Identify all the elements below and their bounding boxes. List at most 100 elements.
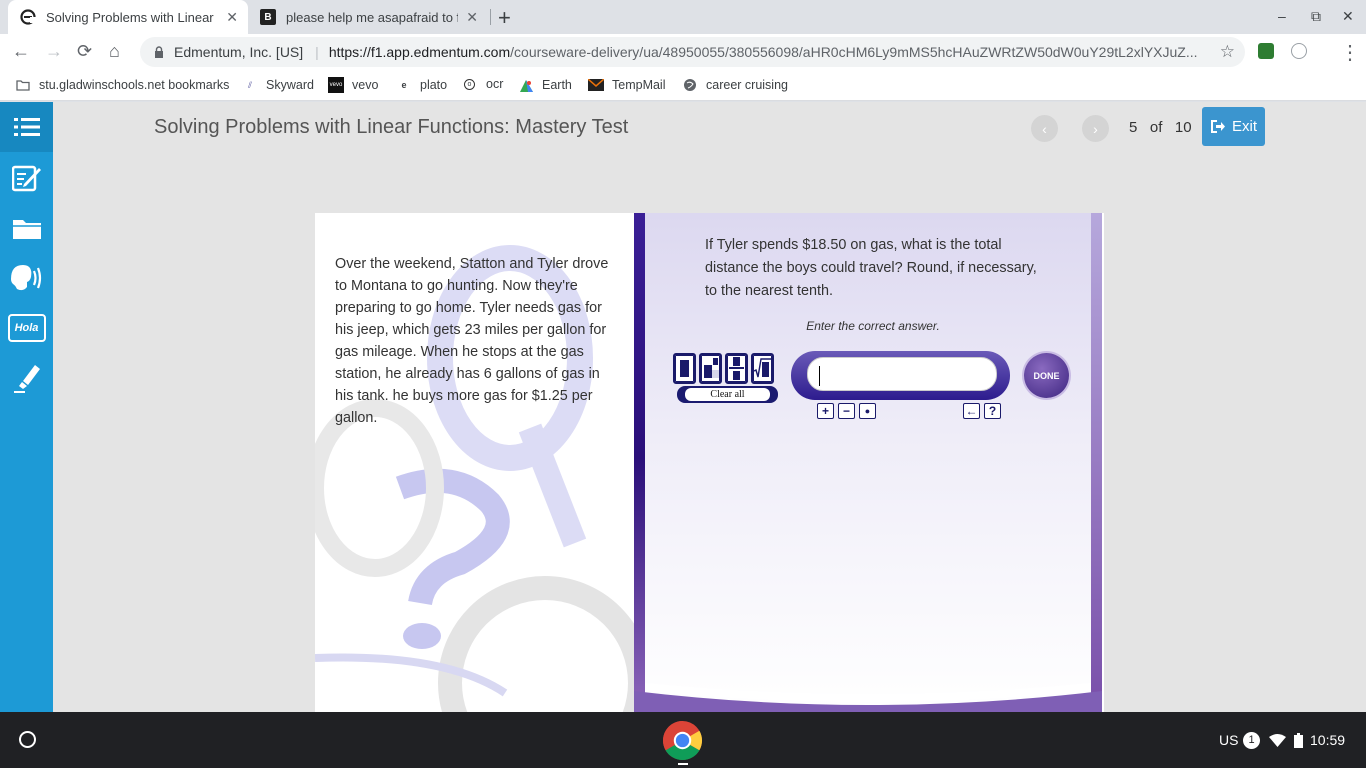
template-placeholder-button[interactable] xyxy=(673,353,696,384)
hola-label: Hola xyxy=(14,322,39,334)
story-panel: Over the weekend, Statton and Tyler drov… xyxy=(315,213,634,712)
text-to-speech-icon[interactable] xyxy=(0,253,53,303)
chrome-app-icon[interactable] xyxy=(662,720,703,761)
bookmark-item[interactable]: e plato xyxy=(396,77,447,93)
browser-menu-icon[interactable]: ⋮ xyxy=(1340,40,1360,65)
text-cursor xyxy=(819,366,820,386)
clear-all-button[interactable]: Clear all xyxy=(677,386,778,403)
plus-button[interactable]: + xyxy=(817,403,834,419)
tab-divider xyxy=(490,9,491,25)
bookmark-label: vevo xyxy=(352,78,379,92)
current-question-number: 5 xyxy=(1129,119,1138,136)
site-origin-label: Edmentum, Inc. [US] xyxy=(174,44,304,60)
fraction-template-icon xyxy=(733,357,740,366)
url-path: /courseware-delivery/ua/48950055/3805560… xyxy=(510,44,1198,60)
back-button[interactable]: ← xyxy=(12,41,30,62)
new-tab-button[interactable]: + xyxy=(498,5,511,31)
bookmark-item[interactable]: TempMail xyxy=(588,77,666,93)
tab-close-icon[interactable]: ✕ xyxy=(466,9,478,26)
globe-icon xyxy=(682,77,698,93)
bookmark-label: ocr xyxy=(486,77,504,91)
extension-help-icon[interactable] xyxy=(1291,43,1307,59)
previous-question-button[interactable]: ‹ xyxy=(1031,115,1058,142)
translate-hola-icon[interactable]: Hola xyxy=(0,303,53,353)
ocr-icon: o xyxy=(464,78,475,90)
wifi-icon[interactable] xyxy=(1269,734,1286,747)
problem-story-text: Over the weekend, Statton and Tyler drov… xyxy=(335,256,609,426)
minimize-button[interactable]: – xyxy=(1278,8,1286,24)
done-button[interactable]: DONE xyxy=(1024,353,1069,398)
decimal-point-button[interactable]: ● xyxy=(859,403,876,419)
bookmark-label: Earth xyxy=(542,78,572,92)
total-questions: 10 xyxy=(1174,119,1192,136)
tab-close-icon[interactable]: ✕ xyxy=(226,9,238,26)
template-exponent-button[interactable] xyxy=(699,353,722,384)
address-bar[interactable]: Edmentum, Inc. [US] | https://f1.app.edm… xyxy=(140,37,1245,67)
question-prompt: If Tyler spends $18.50 on gas, what is t… xyxy=(705,237,1037,299)
extension-classroom-icon[interactable] xyxy=(1258,43,1274,59)
bookmark-item[interactable]: stu.gladwinschools.net bookmarks xyxy=(15,77,229,93)
done-label: DONE xyxy=(1033,370,1060,381)
bookmarks-bar: stu.gladwinschools.net bookmarks ⫽ Skywa… xyxy=(0,70,1366,101)
launcher-button[interactable] xyxy=(19,731,36,748)
active-app-indicator xyxy=(678,763,688,765)
home-button[interactable]: ⌂ xyxy=(109,41,120,62)
bookmark-item[interactable]: Earth xyxy=(518,77,572,93)
notification-count-badge[interactable]: 1 xyxy=(1243,732,1260,749)
tab-title: please help me asapafraid to fa xyxy=(286,9,458,25)
minus-button[interactable]: − xyxy=(838,403,855,419)
browser-toolbar: ← → ⟳ ⌂ Edmentum, Inc. [US] | https://f1… xyxy=(0,34,1366,70)
pager-of-label: of xyxy=(1149,119,1163,136)
reload-button[interactable]: ⟳ xyxy=(77,41,92,62)
answer-instruction: Enter the correct answer. xyxy=(806,319,940,333)
bookmark-label: plato xyxy=(420,78,448,92)
backspace-button[interactable]: ← xyxy=(963,403,980,419)
toc-list-icon[interactable] xyxy=(0,102,53,152)
restore-button[interactable]: ⧉ xyxy=(1311,8,1321,25)
highlighter-icon[interactable] xyxy=(0,353,53,403)
help-button[interactable]: ? xyxy=(984,403,1001,419)
lock-icon xyxy=(155,46,163,58)
answer-input[interactable] xyxy=(807,357,997,391)
question-pager: 5 of 10 xyxy=(1129,119,1192,136)
tab-brainly[interactable]: B please help me asapafraid to fa ✕ xyxy=(248,0,488,34)
bookmark-item[interactable]: o ocr xyxy=(464,77,503,91)
battery-icon[interactable] xyxy=(1294,733,1303,748)
url-host: https://f1.app.edmentum.com xyxy=(328,44,511,60)
close-window-button[interactable]: ✕ xyxy=(1342,8,1354,25)
brainly-b-icon: B xyxy=(260,9,276,25)
exit-button[interactable]: Exit xyxy=(1202,107,1265,146)
bookmark-item[interactable]: career cruising xyxy=(682,77,788,93)
skyward-icon: ⫽ xyxy=(247,79,252,90)
exit-icon xyxy=(1210,120,1225,133)
tab-edmentum[interactable]: Solving Problems with Linear Fu ✕ xyxy=(8,0,248,34)
edmentum-icon: e xyxy=(401,80,407,90)
exit-label: Exit xyxy=(1231,118,1257,135)
square-root-template-icon xyxy=(753,358,771,378)
keyboard-locale[interactable]: US xyxy=(1219,732,1238,748)
bookmark-label: TempMail xyxy=(612,78,666,92)
answer-panel: If Tyler spends $18.50 on gas, what is t… xyxy=(634,213,1102,712)
clear-all-label: Clear all xyxy=(685,388,770,401)
clock[interactable]: 10:59 xyxy=(1310,732,1345,748)
bookmark-label: career cruising xyxy=(706,78,788,92)
tool-sidebar: Hola xyxy=(0,102,53,712)
template-radical-button[interactable] xyxy=(751,353,774,384)
notes-icon[interactable] xyxy=(0,153,53,203)
next-question-button[interactable]: › xyxy=(1082,115,1109,142)
answer-input-frame xyxy=(791,351,1010,400)
tab-title: Solving Problems with Linear Fu xyxy=(46,9,218,25)
folder-icon[interactable] xyxy=(0,203,53,253)
bookmark-star-icon[interactable]: ☆ xyxy=(1220,42,1235,62)
forward-button[interactable]: → xyxy=(45,41,63,62)
question-card: Over the weekend, Statton and Tyler drov… xyxy=(315,213,1104,712)
assessment-header: Solving Problems with Linear Functions: … xyxy=(53,102,1366,153)
template-fraction-button[interactable] xyxy=(725,353,748,384)
google-earth-icon xyxy=(518,77,534,93)
tab-strip: Solving Problems with Linear Fu ✕ B plea… xyxy=(0,0,1366,34)
edmentum-e-icon xyxy=(20,9,36,25)
exponent-template-icon xyxy=(704,365,712,378)
page-title: Solving Problems with Linear Functions: … xyxy=(154,116,629,138)
bookmark-item[interactable]: ⫽ Skyward xyxy=(242,77,314,93)
bookmark-item[interactable]: vevo vevo xyxy=(328,77,378,93)
